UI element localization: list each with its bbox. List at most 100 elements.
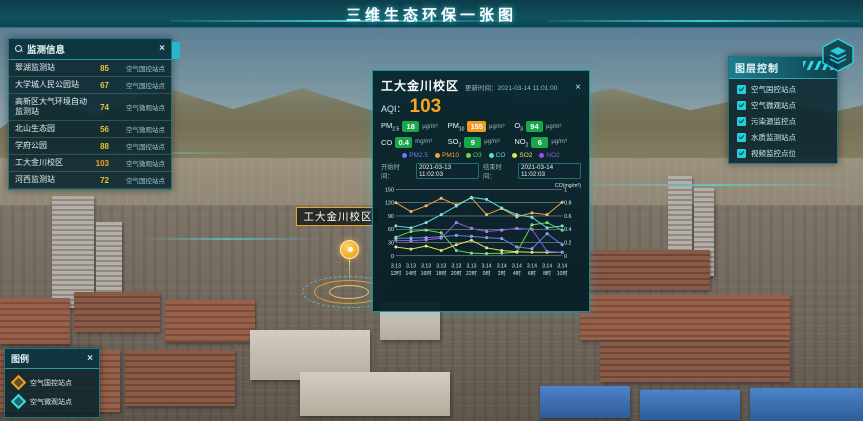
layer-toggle[interactable]: 空气微观站点 (737, 100, 829, 111)
layer-toggle[interactable]: 视频监控点位 (737, 148, 829, 159)
pollutant-unit: μg/m³ (489, 124, 504, 130)
building (600, 342, 790, 382)
end-time-input[interactable]: 2021-03-14 11:02:03 (518, 163, 581, 179)
layer-toggle[interactable]: 空气国控站点 (737, 84, 829, 95)
svg-text:16时: 16时 (421, 269, 432, 277)
building (125, 350, 235, 406)
station-aqi: 56 (91, 125, 109, 134)
legend-dot (539, 153, 544, 158)
legend-dot (435, 153, 440, 158)
svg-text:3.14: 3.14 (482, 264, 492, 270)
svg-text:3.14: 3.14 (557, 264, 567, 270)
checkbox-checked-icon[interactable] (737, 101, 746, 110)
svg-text:3.13: 3.13 (421, 264, 431, 270)
legend-label: O3 (473, 152, 482, 159)
checkbox-checked-icon[interactable] (737, 85, 746, 94)
chart-legend-item[interactable]: PM10 (435, 152, 459, 159)
station-panel-header: 监测信息 × (9, 39, 171, 60)
station-name: 高新区大气环境自动监测站 (15, 97, 91, 117)
station-type: 空气国控站点 (115, 175, 165, 185)
page-title: 三维生态环保一张图 (0, 4, 863, 25)
svg-text:0.8: 0.8 (564, 201, 571, 207)
station-aqi: 103 (91, 159, 109, 168)
station-row[interactable]: 学府公园 88 空气国控站点 (9, 138, 171, 155)
layer-panel-title: 图层控制 (735, 60, 779, 75)
station-type: 空气国控站点 (115, 141, 165, 151)
layers-icon[interactable] (820, 38, 856, 72)
checkbox-checked-icon[interactable] (737, 133, 746, 142)
close-icon[interactable]: × (87, 354, 93, 364)
station-type: 空气国控站点 (115, 63, 165, 73)
station-name: 河西监测站 (15, 175, 91, 185)
station-row[interactable]: 翠湖监测站 85 空气国控站点 (9, 60, 171, 77)
svg-text:3.14: 3.14 (527, 264, 537, 270)
svg-text:22时: 22时 (466, 269, 477, 277)
legend-panel-header: 图例 × (5, 349, 99, 369)
pollutant-value-badge: 155 (467, 121, 486, 132)
close-icon[interactable]: × (575, 83, 581, 93)
pollutant-card: NO26μg/m³ (514, 137, 581, 149)
svg-text:0: 0 (391, 254, 394, 260)
chart-legend-item[interactable]: O3 (466, 152, 482, 159)
layer-label: 视频监控点位 (751, 148, 796, 159)
svg-text:12时: 12时 (390, 269, 401, 277)
building (0, 298, 70, 344)
chart-legend: PM2.5 PM10 O3 CO SO2 NO2 (381, 152, 581, 159)
station-marker-icon[interactable] (340, 240, 359, 259)
svg-text:60: 60 (388, 227, 394, 233)
legend-items: 空气国控站点空气微观站点 (5, 377, 99, 407)
pollutant-value-badge: 18 (402, 121, 419, 132)
station-name: 学府公园 (15, 141, 91, 151)
svg-text:18时: 18时 (436, 269, 447, 277)
station-aqi: 88 (91, 142, 109, 151)
pollutant-name: PM10 (448, 121, 465, 133)
building (165, 300, 255, 342)
station-type: 空气微观站点 (115, 102, 165, 112)
layer-label: 水质监测站点 (751, 132, 796, 143)
legend-label: 空气国控站点 (30, 378, 72, 388)
svg-text:0.6: 0.6 (564, 214, 571, 220)
search-icon[interactable] (15, 45, 23, 53)
pollutant-card: SO29μg/m³ (448, 137, 515, 149)
chart-legend-item[interactable]: NO2 (539, 152, 559, 159)
chart-legend-item[interactable]: PM2.5 (402, 152, 428, 159)
svg-text:3.14: 3.14 (542, 264, 552, 270)
pollutant-unit: mg/m³ (415, 139, 432, 145)
pollutant-name: CO (381, 138, 392, 147)
station-row[interactable]: 工大金川校区 103 空气微观站点 (9, 155, 171, 172)
start-time-input[interactable]: 2021-03-13 11:02:03 (416, 163, 479, 179)
station-panel-title: 监测信息 (27, 42, 65, 56)
station-type: 空气微观站点 (115, 158, 165, 168)
pollutant-name: PM2.5 (381, 121, 399, 133)
checkbox-checked-icon[interactable] (737, 117, 746, 126)
checkbox-checked-icon[interactable] (737, 149, 746, 158)
layer-toggle[interactable]: 污染源监控点 (737, 116, 829, 127)
svg-text:0: 0 (564, 254, 567, 260)
svg-text:8时: 8时 (543, 269, 551, 277)
pollutant-value-badge: 6 (531, 137, 548, 148)
building (300, 372, 450, 416)
station-row[interactable]: 北山生态园 56 空气微观站点 (9, 121, 171, 138)
close-icon[interactable]: × (159, 44, 165, 54)
warehouse (640, 390, 740, 420)
station-row[interactable]: 高新区大气环境自动监测站 74 空气微观站点 (9, 94, 171, 121)
station-row[interactable]: 河西监测站 72 空气国控站点 (9, 172, 171, 189)
pollutant-name: NO2 (514, 137, 528, 149)
start-time-label: 开始时间： (381, 162, 412, 180)
svg-text:2时: 2时 (498, 269, 506, 277)
panel-collapse-handle[interactable] (172, 42, 180, 59)
station-row[interactable]: 大学城人民公园站 67 空气国控站点 (9, 77, 171, 94)
svg-text:CO(mg/m³): CO(mg/m³) (555, 183, 581, 189)
station-type: 空气国控站点 (115, 80, 165, 90)
pollutant-card: O394μg/m³ (514, 121, 581, 133)
svg-text:10时: 10时 (557, 269, 568, 277)
layer-label: 空气微观站点 (751, 100, 796, 111)
legend-dot (512, 153, 517, 158)
chart-legend-item[interactable]: SO2 (512, 152, 532, 159)
pollutant-card: CO0.4mg/m³ (381, 137, 448, 149)
building (580, 295, 790, 340)
svg-text:20时: 20时 (451, 269, 462, 277)
layer-toggle[interactable]: 水质监测站点 (737, 132, 829, 143)
chart-legend-item[interactable]: CO (489, 152, 506, 159)
station-map-label[interactable]: 工大金川校区 (296, 207, 380, 226)
